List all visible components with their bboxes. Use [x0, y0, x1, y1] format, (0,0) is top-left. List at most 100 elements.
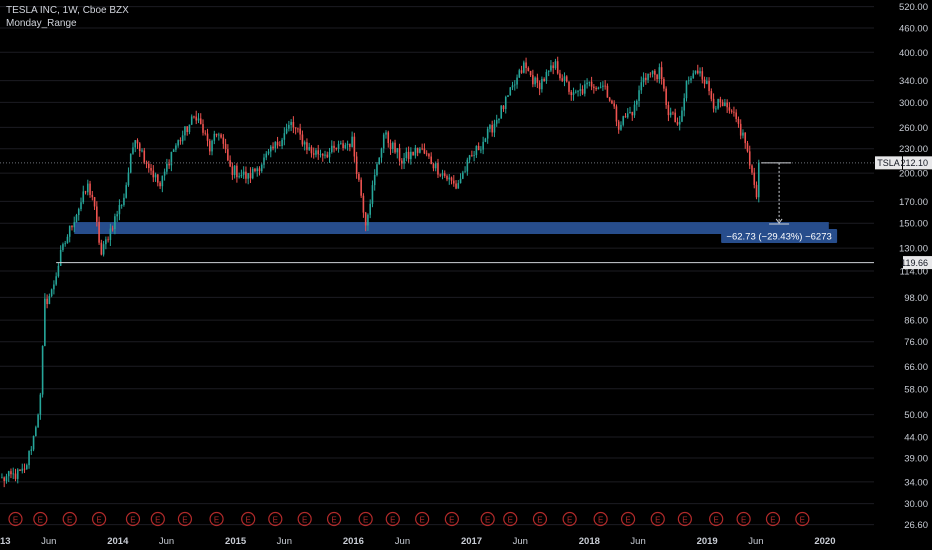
- candle-body: [288, 124, 290, 129]
- y-tick-label: 300.00: [899, 98, 928, 109]
- candle-body: [102, 244, 105, 255]
- candle-body: [579, 89, 582, 91]
- candle-body: [721, 102, 724, 107]
- x-tick-label: 2015: [225, 536, 247, 547]
- candle-body: [626, 113, 629, 118]
- candle-body: [324, 154, 326, 156]
- candle-body: [263, 157, 265, 165]
- candle-body: [715, 108, 717, 110]
- candle-body: [407, 151, 410, 160]
- candle-body: [726, 102, 728, 108]
- candle-body: [545, 71, 548, 81]
- candle-body: [353, 136, 356, 157]
- indicator-name[interactable]: Monday_Range: [6, 17, 129, 30]
- candle-body: [7, 471, 10, 477]
- candle-body: [28, 450, 30, 466]
- candle-body: [168, 163, 170, 166]
- candle-body: [373, 175, 376, 186]
- candle-body: [364, 212, 367, 226]
- candle-body: [701, 71, 704, 80]
- candle-body: [574, 91, 577, 93]
- candle-body: [86, 183, 89, 193]
- candle-body: [310, 147, 313, 154]
- candle-body: [267, 151, 270, 154]
- earnings-marker-label: E: [182, 515, 187, 524]
- candle-body: [21, 468, 24, 471]
- earnings-marker-label: E: [741, 515, 746, 524]
- candle-body: [559, 73, 561, 79]
- earnings-marker-label: E: [155, 515, 160, 524]
- x-tick-label: 2019: [697, 536, 718, 547]
- candle-body: [547, 70, 550, 72]
- time-axis[interactable]: 2013 Jun 2014 Jun 2015 Jun 2016 Jun 2017 Jun 2018 J…: [0, 536, 836, 547]
- candle-body: [493, 123, 496, 133]
- earnings-marker-label: E: [714, 515, 719, 524]
- candle-body: [638, 90, 640, 101]
- earnings-marker-label: E: [214, 515, 219, 524]
- support-zone[interactable]: [74, 222, 829, 234]
- candle-body: [30, 449, 33, 451]
- candle-body: [105, 239, 107, 245]
- candle-body: [46, 298, 48, 305]
- candle-body: [50, 289, 53, 297]
- candle-body: [206, 133, 209, 141]
- candle-body: [622, 116, 625, 125]
- candle-body: [80, 202, 82, 210]
- candle-body: [283, 133, 286, 140]
- measure-tool[interactable]: −62.73 (−29.43%) −6273: [721, 162, 838, 243]
- candle-body: [439, 174, 442, 176]
- candle-body: [604, 85, 606, 87]
- candle-body: [536, 77, 539, 83]
- candle-body: [468, 155, 471, 160]
- candle-body: [138, 143, 141, 151]
- candle-body: [260, 164, 263, 172]
- candle-body: [491, 125, 493, 133]
- candle-body: [529, 70, 532, 76]
- horizontal-line-tag-label: 119.66: [901, 258, 928, 268]
- candle-body: [525, 62, 527, 69]
- candle-body: [640, 82, 643, 91]
- candle-body: [717, 99, 719, 109]
- candle-body: [629, 111, 631, 114]
- candle-body: [606, 85, 609, 98]
- candle-body: [215, 133, 218, 136]
- candle-body: [380, 148, 383, 158]
- candle-body: [710, 91, 713, 99]
- candle-body: [238, 176, 240, 178]
- candle-body: [421, 148, 423, 150]
- candle-body: [739, 123, 742, 136]
- candle-body: [172, 149, 175, 152]
- earnings-marker-label: E: [363, 515, 368, 524]
- candle-body: [292, 121, 295, 128]
- candle-body: [371, 185, 374, 204]
- earnings-marker-label: E: [67, 515, 72, 524]
- candle-body: [166, 163, 168, 172]
- candle-body: [669, 112, 672, 116]
- candle-body: [242, 171, 245, 175]
- candle-body: [676, 122, 679, 125]
- price-chart[interactable]: −62.73 (−29.43%) −6273 E E E E E E E E E E E E E E E E E…: [0, 0, 932, 550]
- candle-body: [208, 140, 211, 152]
- candle-body: [428, 153, 430, 157]
- candle-body: [111, 228, 114, 230]
- candle-body: [590, 81, 593, 87]
- earnings-marker-label: E: [96, 515, 101, 524]
- candle-body: [245, 171, 247, 179]
- y-tick-label: 76.00: [904, 337, 928, 348]
- candle-body: [441, 173, 444, 176]
- candle-body: [123, 197, 125, 205]
- earnings-marker-label: E: [800, 515, 805, 524]
- candle-body: [642, 77, 645, 83]
- candle-body: [452, 180, 455, 184]
- candle-body: [269, 146, 272, 152]
- candle-body: [660, 67, 663, 80]
- candle-body: [306, 142, 308, 150]
- chart-title[interactable]: TESLA INC, 1W, Cboe BZX: [6, 4, 129, 17]
- candle-body: [328, 152, 331, 158]
- candle-body: [412, 151, 414, 156]
- candle-body: [161, 175, 164, 187]
- candle-body: [337, 144, 340, 149]
- y-tick-label: 460.00: [899, 23, 928, 34]
- candle-body: [635, 100, 638, 105]
- candle-body: [699, 71, 701, 74]
